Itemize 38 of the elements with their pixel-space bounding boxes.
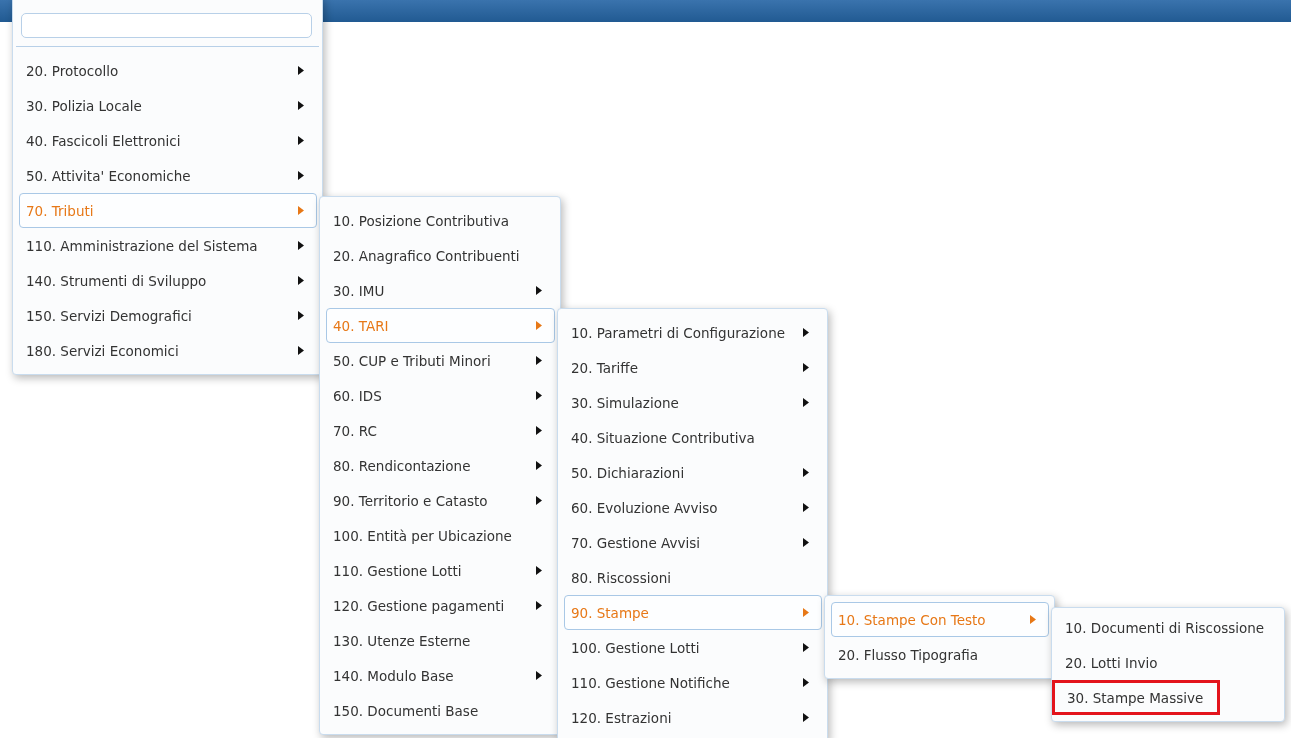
menu-item[interactable]: 150. Documenti Base (326, 693, 555, 728)
menu-item[interactable]: 20. Tariffe (564, 350, 822, 385)
menu-item[interactable]: 70. Gestione Avvisi (564, 525, 822, 560)
menu-item[interactable]: 50. Dichiarazioni (564, 455, 822, 490)
menu-item[interactable]: 140. Strumenti di Sviluppo (19, 263, 317, 298)
menu-item[interactable]: 150. Servizi Demografici (19, 298, 317, 333)
menu-item[interactable]: 20. Protocollo (19, 53, 317, 88)
menu-item[interactable]: 140. Modulo Base (326, 658, 555, 693)
search-field[interactable] (21, 13, 312, 38)
menu-item[interactable]: 10. Parametri di Configurazione (564, 315, 822, 350)
menu-item[interactable]: 20. Flusso Tipografia (831, 637, 1049, 672)
menu-item[interactable]: 30. IMU (326, 273, 555, 308)
menu-item[interactable]: 120. Estrazioni (564, 700, 822, 735)
menu-item[interactable]: 50. Attivita' Economiche (19, 158, 317, 193)
menu-item[interactable]: 10. Posizione Contributiva (326, 203, 555, 238)
menu-item[interactable]: 40. Situazione Contributiva (564, 420, 822, 455)
menu-item[interactable]: 110. Gestione Notifiche (564, 665, 822, 700)
menu-item[interactable]: 90. Territorio e Catasto (326, 483, 555, 518)
menu-item[interactable]: 110. Gestione Lotti (326, 553, 555, 588)
menu-item[interactable]: 20. Lotti Invio (1058, 645, 1279, 680)
menu-item[interactable]: 30. Stampe Massive (1052, 680, 1220, 715)
menu-item[interactable]: 20. Anagrafico Contribuenti (326, 238, 555, 273)
menu-item[interactable]: 100. Gestione Lotti (564, 630, 822, 665)
menu-item[interactable]: 30. Polizia Locale (19, 88, 317, 123)
menu-item[interactable]: 10. Documenti di Riscossione (1058, 610, 1279, 645)
menu-item[interactable]: 30. Simulazione (564, 385, 822, 420)
menu-item[interactable]: 80. Rendicontazione (326, 448, 555, 483)
menu-item[interactable]: 180. Servizi Economici (19, 333, 317, 368)
menu-item[interactable]: 60. IDS (326, 378, 555, 413)
menu-item[interactable]: 120. Gestione pagamenti (326, 588, 555, 623)
menu-item[interactable]: 50. CUP e Tributi Minori (326, 343, 555, 378)
menu-item[interactable]: 100. Entità per Ubicazione (326, 518, 555, 553)
menu-item[interactable]: 40. Fascicoli Elettronici (19, 123, 317, 158)
menu-item[interactable]: 80. Riscossioni (564, 560, 822, 595)
menu-item[interactable]: 60. Evoluzione Avviso (564, 490, 822, 525)
menu-item[interactable]: 70. RC (326, 413, 555, 448)
menu-item[interactable]: 110. Amministrazione del Sistema (19, 228, 317, 263)
menu-item[interactable]: 130. Utenze Esterne (326, 623, 555, 658)
